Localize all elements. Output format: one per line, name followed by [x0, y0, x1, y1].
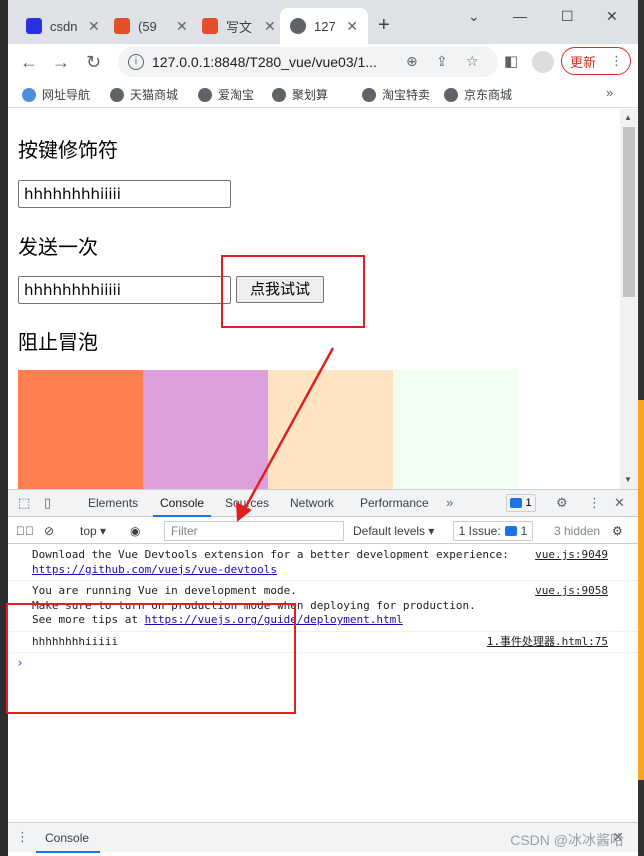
annotation-arrow	[236, 347, 335, 522]
